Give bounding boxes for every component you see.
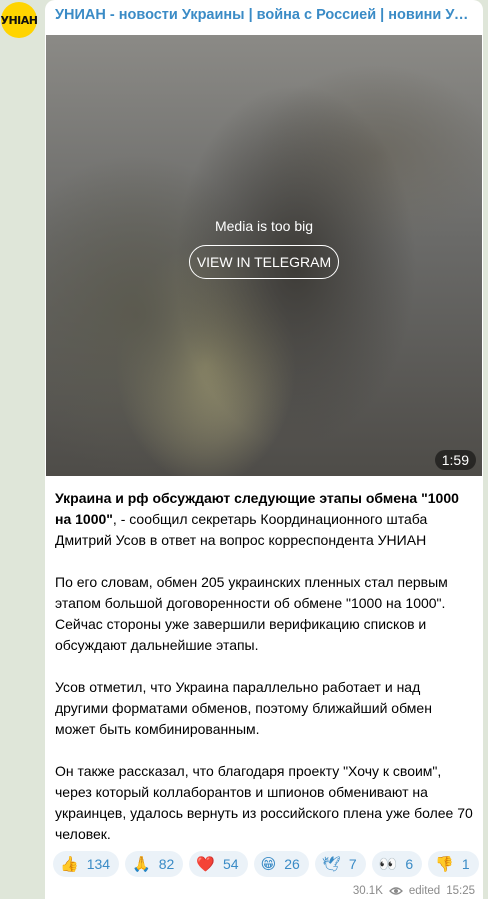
post-paragraph-2: По его словам, обмен 205 украинских плен… xyxy=(55,574,448,653)
video-duration-badge: 1:59 xyxy=(434,450,476,470)
post-paragraph-1: Украина и рф обсуждают следующие этапы о… xyxy=(55,488,473,551)
reaction-thumbs-down[interactable]: 👎 1 xyxy=(428,851,479,877)
reactions-bar: 👍 134 🙏 82 ❤️ 54 😁 26 🕊 7 👀 6 👎 1 xyxy=(53,851,479,877)
message-meta: 30.1K edited 15:25 xyxy=(353,885,475,897)
post-paragraph-3: Усов отметил, что Украина параллельно ра… xyxy=(55,679,432,737)
reaction-eyes[interactable]: 👀 6 xyxy=(371,851,423,877)
eye-icon xyxy=(388,887,403,895)
channel-title[interactable]: УНИАН - новости Украины | война с Россие… xyxy=(55,7,475,23)
reaction-thumbs-up[interactable]: 👍 134 xyxy=(53,851,120,877)
praying-hands-icon: 🙏 xyxy=(132,855,151,873)
thumbs-up-icon: 👍 xyxy=(60,855,79,873)
channel-avatar[interactable]: УНІАН xyxy=(1,2,38,38)
post-paragraph-4: Он также рассказал, что благодаря проект… xyxy=(55,763,473,842)
thumbs-down-icon: 👎 xyxy=(435,855,454,873)
message-bubble: УНИАН - новости Украины | война с Россие… xyxy=(45,0,483,899)
post-text: Украина и рф обсуждают следующие этапы о… xyxy=(55,488,473,845)
view-in-telegram-button[interactable]: VIEW IN TELEGRAM xyxy=(189,245,339,279)
message-time: 15:25 xyxy=(446,885,475,897)
heart-icon: ❤️ xyxy=(196,855,215,873)
reaction-count: 82 xyxy=(158,856,175,872)
reaction-count: 26 xyxy=(284,856,300,872)
reaction-dove[interactable]: 🕊 7 xyxy=(314,851,366,877)
reaction-count: 54 xyxy=(223,856,239,872)
reaction-praying-hands[interactable]: 🙏 82 xyxy=(125,851,184,877)
reaction-count: 134 xyxy=(86,856,111,872)
media-overlay: Media is too big VIEW IN TELEGRAM xyxy=(46,218,482,279)
reaction-count: 6 xyxy=(405,856,414,872)
reaction-heart[interactable]: ❤️ 54 xyxy=(189,851,248,877)
reaction-count: 1 xyxy=(461,856,470,872)
reaction-count: 7 xyxy=(348,856,357,872)
edited-label: edited xyxy=(408,885,441,897)
grin-icon: 😁 xyxy=(260,855,277,873)
eyes-icon: 👀 xyxy=(378,855,398,873)
dove-icon: 🕊 xyxy=(321,855,341,873)
media-too-big-message: Media is too big xyxy=(214,218,314,234)
view-count: 30.1K xyxy=(352,885,383,897)
media-preview[interactable]: Media is too big VIEW IN TELEGRAM 1:59 xyxy=(46,35,482,476)
reaction-grin[interactable]: 😁 26 xyxy=(253,851,309,877)
